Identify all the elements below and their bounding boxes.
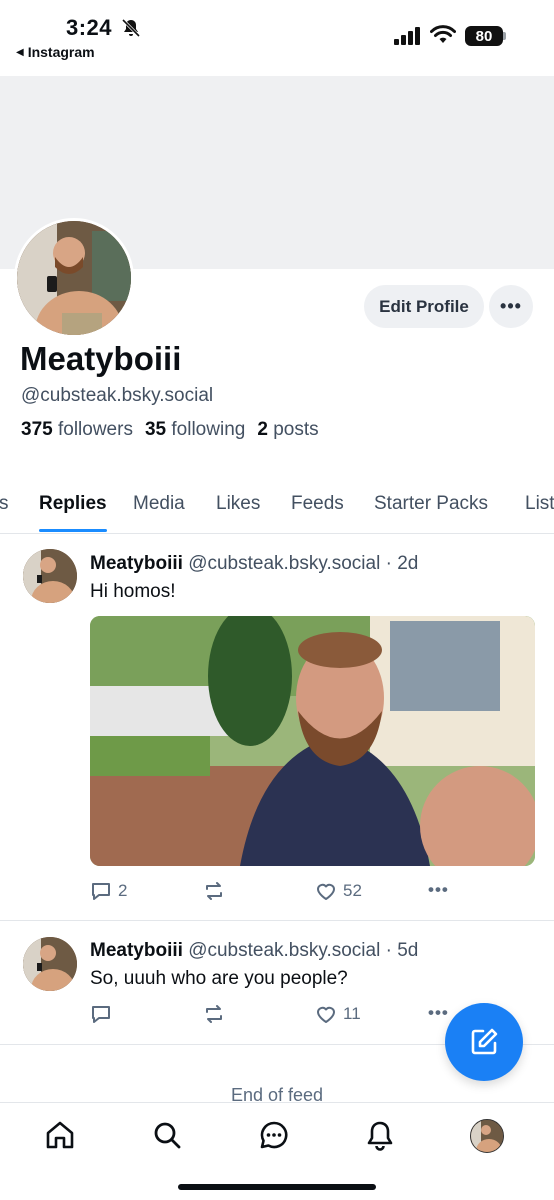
like-count: 52	[343, 881, 362, 900]
home-indicator	[178, 1184, 376, 1190]
tab-replies[interactable]: Replies	[39, 493, 107, 515]
more-dots-icon: •••	[500, 296, 522, 316]
tab-media[interactable]: Media	[133, 493, 185, 515]
post-author-avatar[interactable]	[23, 937, 77, 991]
post-author-avatar[interactable]	[23, 549, 77, 603]
profile-handle: @cubsteak.bsky.social	[21, 385, 214, 406]
like-button[interactable]: 11	[315, 1003, 361, 1025]
more-dots-icon: •••	[428, 1003, 449, 1022]
post-more-button[interactable]: •••	[428, 1003, 449, 1023]
nav-notifications[interactable]	[364, 1119, 396, 1151]
heart-icon	[317, 1006, 335, 1023]
nav-profile-avatar[interactable]	[470, 1119, 504, 1153]
post-photo	[90, 616, 535, 866]
heart-icon	[317, 883, 335, 900]
bell-icon	[367, 1121, 393, 1151]
following-link[interactable]: 35 following	[145, 419, 245, 441]
back-app-label: Instagram	[27, 44, 95, 60]
tab-lists[interactable]: Lists	[525, 493, 554, 515]
tab-feeds[interactable]: Feeds	[291, 493, 344, 515]
tab-likes[interactable]: Likes	[216, 493, 260, 515]
post-header: Meatyboiii @cubsteak.bsky.social · 5d	[90, 940, 418, 962]
like-button[interactable]: 52	[315, 880, 362, 902]
repost-button[interactable]	[202, 880, 232, 902]
search-icon	[154, 1122, 181, 1149]
posts-stat: 2 posts	[257, 419, 318, 441]
repost-icon	[206, 882, 222, 900]
more-dots-icon: •••	[428, 880, 449, 899]
repost-button[interactable]	[202, 1003, 232, 1025]
like-count: 11	[343, 1004, 361, 1023]
battery-tip	[503, 32, 506, 40]
nav-avatar-photo	[471, 1120, 503, 1152]
back-triangle-icon: ◀	[16, 46, 24, 58]
tab-starter-packs[interactable]: Starter Packs	[374, 493, 488, 515]
post-author-name[interactable]: Meatyboiii	[90, 940, 183, 961]
profile-more-button[interactable]: •••	[489, 285, 533, 328]
active-tab-indicator	[39, 529, 107, 532]
reply-button[interactable]: 2	[90, 880, 127, 902]
post-actions: 2 52 •••	[90, 880, 460, 904]
followers-count: 375	[21, 419, 53, 440]
reply-count: 2	[118, 881, 128, 900]
repost-icon	[206, 1005, 222, 1023]
post-avatar-photo	[23, 549, 77, 603]
reply-icon	[92, 1006, 110, 1023]
avatar-photo	[17, 221, 131, 335]
profile-avatar[interactable]	[14, 218, 134, 338]
post-age: · 2d	[385, 553, 419, 574]
profile-tabs: Posts Replies Media Likes Feeds Starter …	[0, 487, 554, 534]
bell-off-icon	[121, 18, 141, 38]
following-label: following	[171, 419, 246, 440]
compose-button[interactable]	[445, 1003, 523, 1081]
post-text: So, uuuh who are you people?	[90, 968, 348, 989]
posts-label: posts	[273, 419, 319, 440]
post-author-name[interactable]: Meatyboiii	[90, 553, 183, 574]
home-icon	[46, 1121, 74, 1149]
followers-label: followers	[57, 419, 133, 440]
edit-profile-button[interactable]: Edit Profile	[364, 285, 484, 328]
wifi-icon	[430, 25, 456, 43]
compose-icon	[471, 1028, 498, 1055]
battery-indicator: 80	[465, 26, 503, 46]
post-header: Meatyboiii @cubsteak.bsky.social · 2d	[90, 553, 418, 575]
posts-count: 2	[257, 419, 268, 440]
tab-posts[interactable]: Posts	[0, 493, 9, 515]
chat-icon	[260, 1121, 288, 1149]
profile-stats: 375 followers 35 following 2 posts	[21, 419, 319, 441]
post-text: Hi homos!	[90, 581, 176, 602]
post-author-handle: @cubsteak.bsky.social	[188, 553, 381, 574]
followers-link[interactable]: 375 followers	[21, 419, 133, 441]
status-bar: 3:24 ◀ Instagram 80	[0, 0, 554, 76]
nav-search[interactable]	[151, 1119, 183, 1151]
following-count: 35	[144, 419, 167, 440]
post-avatar-photo	[23, 937, 77, 991]
post-age: · 5d	[385, 940, 419, 961]
reply-icon	[92, 883, 110, 900]
post-author-handle: @cubsteak.bsky.social	[188, 940, 381, 961]
status-time: 3:24	[66, 15, 113, 40]
cellular-signal-icon	[394, 27, 420, 45]
nav-messages[interactable]	[258, 1119, 290, 1151]
post-actions: 11 •••	[90, 1003, 460, 1027]
post-image[interactable]	[90, 616, 535, 866]
profile-display-name: Meatyboiii	[20, 340, 182, 377]
nav-home[interactable]	[44, 1119, 76, 1151]
reply-button[interactable]	[90, 1003, 118, 1025]
post-more-button[interactable]: •••	[428, 880, 449, 900]
back-to-app-link[interactable]: ◀ Instagram	[16, 44, 95, 60]
